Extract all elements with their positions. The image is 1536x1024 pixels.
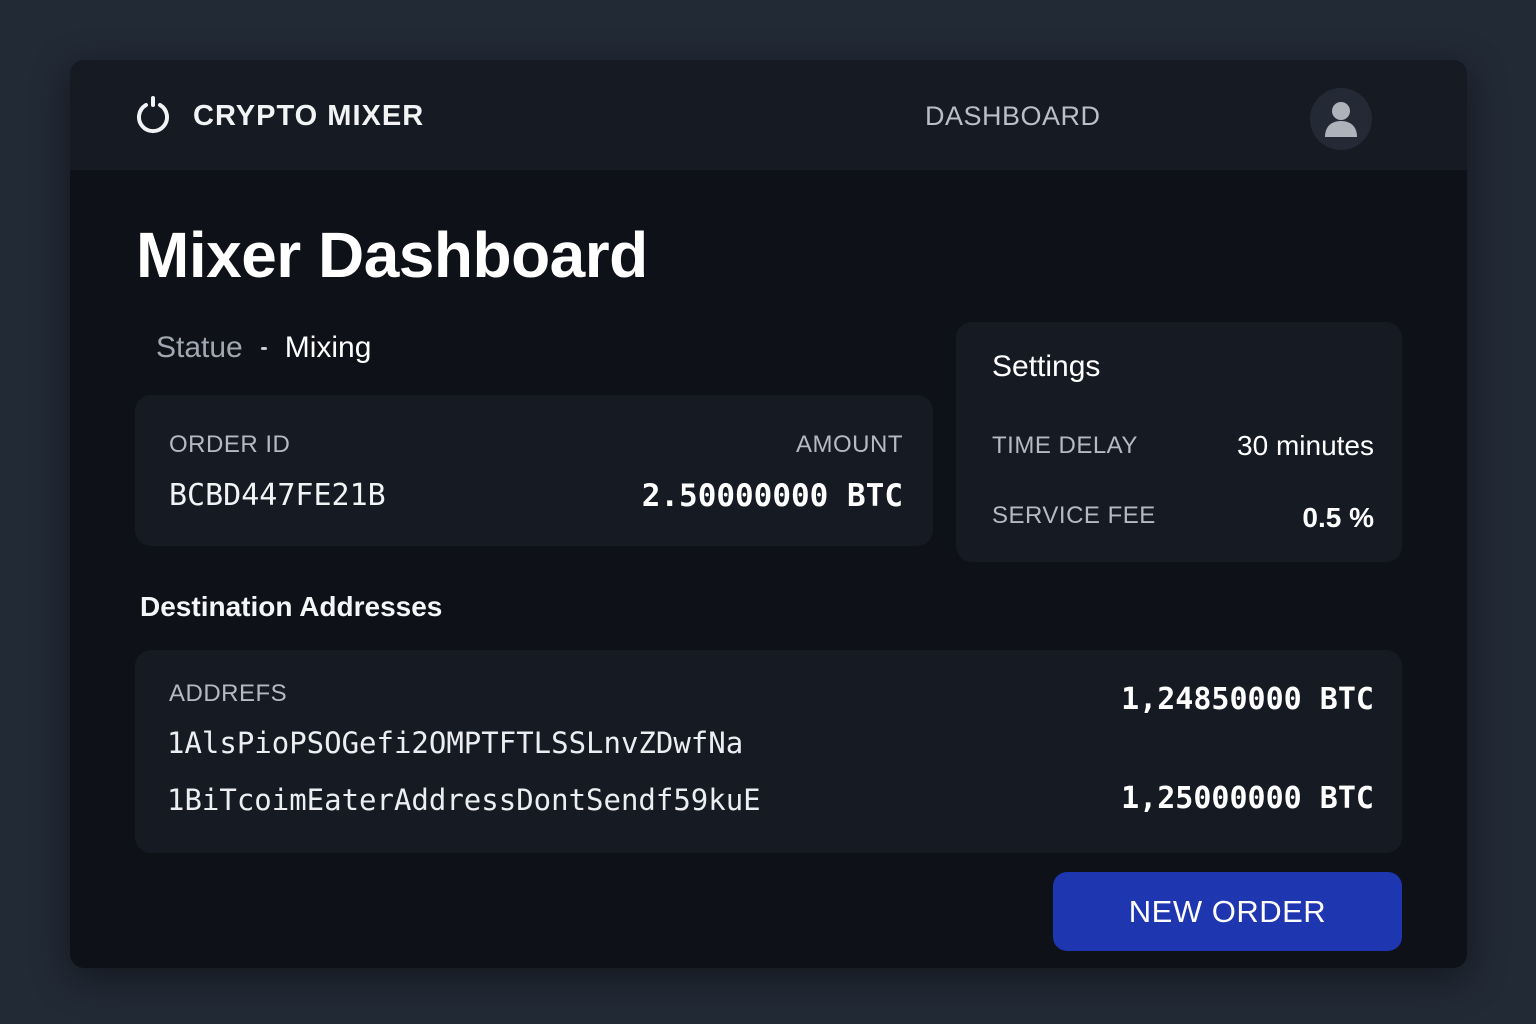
order-id-value: BCBD447FE21B — [169, 478, 386, 513]
avatar[interactable] — [1310, 88, 1372, 150]
nav-dashboard-link[interactable]: DASHBOARD — [925, 101, 1101, 132]
app-window: CRYPTO MIXER DASHBOARD Mixer Dashboard S… — [70, 60, 1467, 968]
time-delay-value: 30 minutes — [1237, 430, 1374, 461]
settings-title: Settings — [992, 350, 1101, 383]
time-delay-label: TIME DELAY — [992, 432, 1138, 459]
status-value: Mixing — [284, 331, 372, 364]
new-order-button[interactable]: NEW ORDER — [1053, 872, 1402, 951]
top-navigation-bar: CRYPTO MIXER DASHBOARD — [70, 60, 1467, 170]
amount-value: 2.50000000 BTC — [641, 478, 903, 514]
status-row: Statue Mixing — [156, 328, 371, 368]
page-title: Mixer Dashboard — [136, 219, 648, 291]
destination-addresses-card: ADDREFS 1,24850000 BTC 1AlsPioPSOGefi2OM… — [135, 650, 1402, 853]
destination-address[interactable]: 1AlsPioPSOGefi2OMPTFTLSSLnvZDwfNa — [167, 726, 743, 760]
brand-name: CRYPTO MIXER — [193, 100, 425, 132]
destination-amount: 1,25000000 BTC — [1121, 781, 1374, 816]
settings-card: Settings TIME DELAY 30 minutes SERVICE F… — [956, 322, 1402, 562]
status-label: Statue — [156, 331, 243, 364]
service-fee-value: 0.5 % — [1302, 502, 1374, 533]
order-id-label: ORDER ID — [169, 431, 291, 458]
destination-addresses-title: Destination Addresses — [140, 591, 443, 622]
destination-amount: 1,24850000 BTC — [1121, 682, 1374, 717]
destination-address[interactable]: 1BiTcoimEaterAddressDontSendf59kuE — [167, 783, 761, 817]
power-ring-icon — [134, 96, 172, 134]
amount-label: AMOUNT — [796, 431, 903, 458]
service-fee-label: SERVICE FEE — [992, 502, 1156, 529]
order-card: ORDER ID BCBD447FE21B AMOUNT 2.50000000 … — [135, 395, 933, 546]
status-separator — [260, 346, 267, 350]
address-column-label: ADDREFS — [169, 680, 288, 707]
